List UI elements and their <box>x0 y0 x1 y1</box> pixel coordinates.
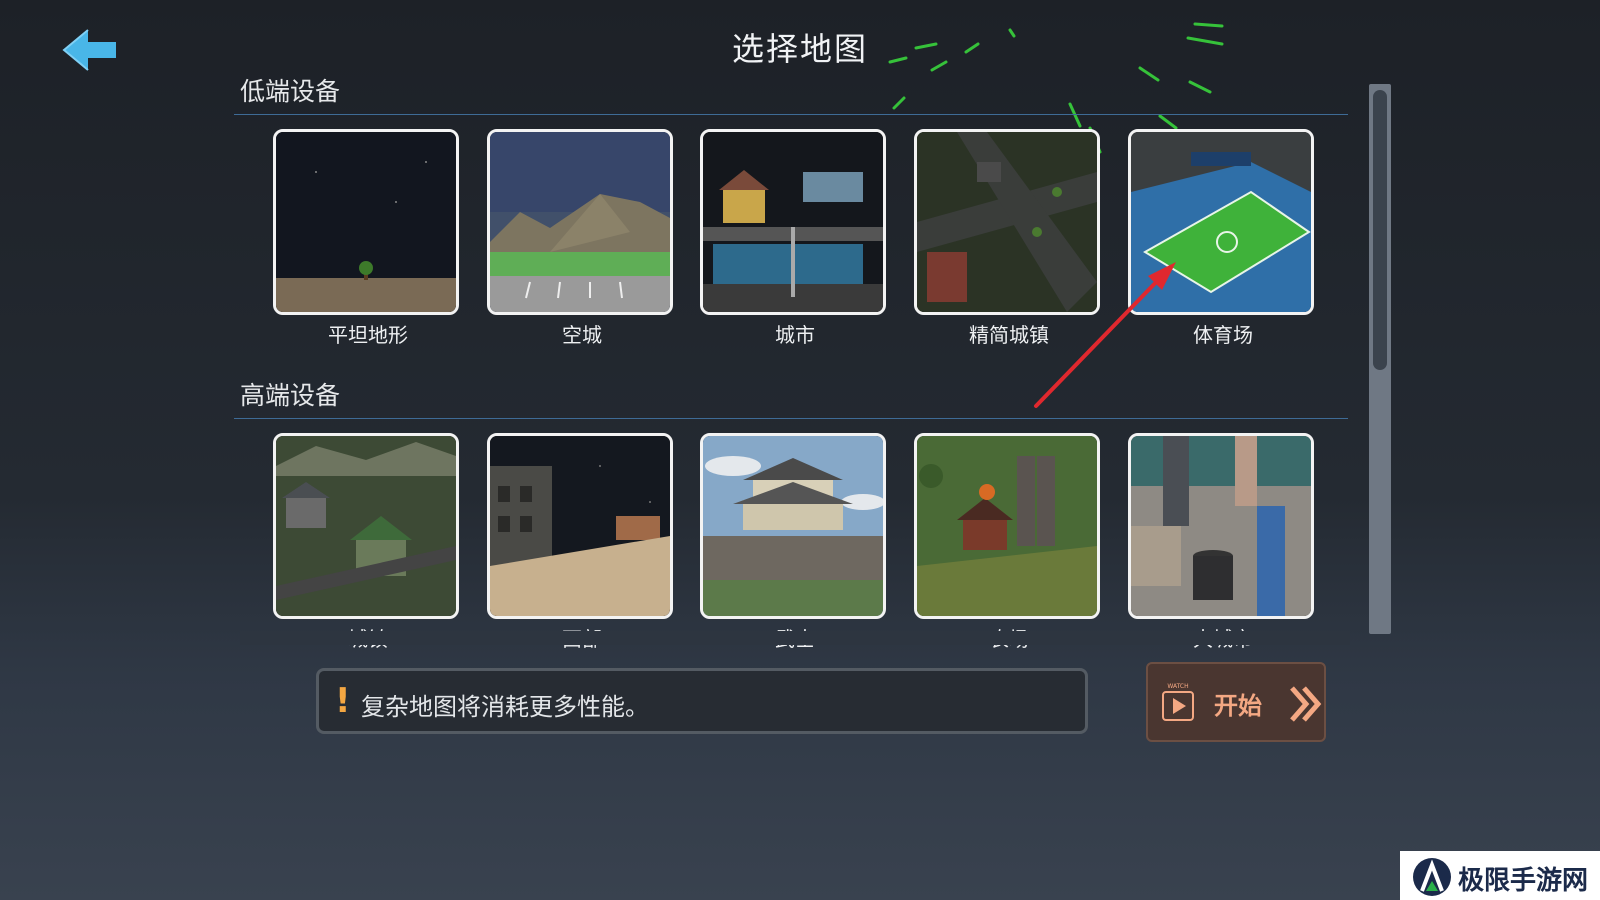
section-divider <box>234 114 1348 115</box>
map-card-town[interactable]: 城镇 <box>273 433 459 651</box>
warning-icon: ! <box>335 681 351 721</box>
map-card-farm[interactable]: 农场 <box>914 433 1100 651</box>
map-label: 城市 <box>775 323 815 347</box>
big-city-thumbnail <box>1128 433 1314 619</box>
empty-city-thumbnail <box>487 129 673 315</box>
flat-terrain-thumbnail <box>273 129 459 315</box>
scroll-viewport-fade <box>240 631 1350 645</box>
section-heading-low-end: 低端设备 <box>240 77 341 106</box>
map-card-big-city[interactable]: 大城市 <box>1128 433 1314 651</box>
map-label: 空城 <box>562 323 602 347</box>
map-label: 平坦地形 <box>328 323 408 347</box>
town-thumbnail <box>273 433 459 619</box>
svg-text:WATCH: WATCH <box>1167 683 1188 690</box>
watch-video-icon: WATCH <box>1162 683 1194 721</box>
western-thumbnail <box>487 433 673 619</box>
annotation-arrow-icon <box>1034 262 1176 408</box>
section-heading-high-end: 高端设备 <box>240 381 341 410</box>
notice-text: 复杂地图将消耗更多性能。 <box>361 693 649 721</box>
samurai-thumbnail <box>700 433 886 619</box>
farm-thumbnail <box>914 433 1100 619</box>
start-button[interactable]: WATCH 开始 <box>1146 662 1326 742</box>
watermark-text: 极限手游网 <box>1458 866 1589 896</box>
map-card-empty-city[interactable]: 空城 <box>487 129 673 347</box>
page-title: 选择地图 <box>731 30 868 68</box>
map-card-western[interactable]: 西部 <box>487 433 673 651</box>
map-card-samurai[interactable]: 武士 <box>700 433 886 651</box>
section-divider <box>234 418 1348 419</box>
scrollbar-thumb[interactable] <box>1373 90 1387 370</box>
performance-notice: ! 复杂地图将消耗更多性能。 <box>316 668 1088 734</box>
map-card-flat-terrain[interactable]: 平坦地形 <box>273 129 459 347</box>
watermark-logo-icon <box>1413 858 1451 896</box>
start-label: 开始 <box>1214 692 1262 720</box>
watermark: 极限手游网 <box>1400 851 1600 900</box>
map-card-city[interactable]: 城市 <box>700 129 886 347</box>
city-thumbnail <box>700 129 886 315</box>
double-chevron-icon <box>1290 686 1322 722</box>
